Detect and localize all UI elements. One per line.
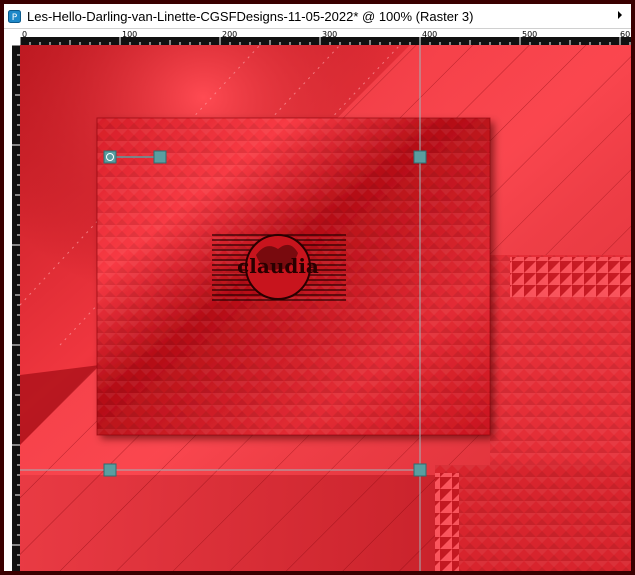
ruler-label-400: 400 [422, 30, 438, 39]
vertical-ruler[interactable] [4, 45, 20, 571]
horizontal-ruler[interactable]: 0 100 200 300 400 500 60 [4, 29, 631, 45]
layer-artwork: claudia [20, 45, 631, 571]
scroll-arrow-icon[interactable] [613, 8, 627, 22]
window-title: Les-Hello-Darling-van-Linette-CGSFDesign… [27, 8, 474, 24]
svg-text:claudia: claudia [237, 254, 319, 278]
title-bar[interactable]: P Les-Hello-Darling-van-Linette-CGSFDesi… [4, 4, 631, 29]
ruler-label-600: 60 [620, 30, 631, 39]
paint-shop-pro-icon: P [7, 9, 21, 23]
handle-top-right [413, 150, 427, 164]
svg-text:P: P [11, 13, 17, 23]
rotation-handle [103, 150, 117, 164]
image-canvas[interactable]: claudia [20, 45, 631, 571]
ruler-label-0: 0 [22, 30, 28, 39]
ruler-label-500: 500 [522, 30, 538, 39]
handle-bottom-left [103, 463, 117, 477]
handle-bottom-right [413, 463, 427, 477]
ruler-label-200: 200 [222, 30, 238, 39]
ruler-label-300: 300 [322, 30, 338, 39]
ruler-label-100: 100 [122, 30, 138, 39]
handle-top-mid [153, 150, 167, 164]
